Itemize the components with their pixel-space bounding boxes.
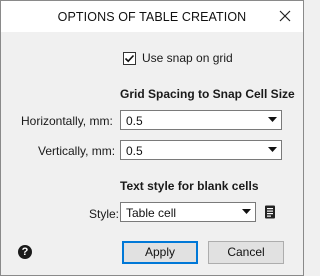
horizontal-spacing-select[interactable]: 0.5 bbox=[120, 110, 282, 130]
use-snap-row[interactable]: Use snap on grid bbox=[123, 50, 233, 66]
style-value: Table cell bbox=[126, 206, 177, 220]
chevron-down-icon bbox=[242, 209, 251, 214]
vertical-spacing-select[interactable]: 0.5 bbox=[120, 140, 282, 160]
horizontal-label: Horizontally, mm: bbox=[21, 114, 113, 128]
text-style-button[interactable] bbox=[264, 205, 276, 222]
close-icon bbox=[279, 10, 291, 22]
dialog-title: OPTIONS OF TABLE CREATION bbox=[57, 10, 247, 24]
style-select[interactable]: Table cell bbox=[120, 202, 256, 222]
grid-spacing-heading: Grid Spacing to Snap Cell Size bbox=[120, 87, 295, 101]
text-style-heading: Text style for blank cells bbox=[120, 179, 259, 193]
text-style-icon bbox=[265, 205, 275, 219]
chevron-down-icon bbox=[268, 117, 277, 122]
use-snap-checkbox[interactable] bbox=[123, 51, 136, 65]
checkmark-icon bbox=[124, 54, 135, 62]
help-icon[interactable]: ? bbox=[18, 245, 32, 259]
use-snap-label: Use snap on grid bbox=[142, 51, 233, 65]
cancel-button[interactable]: Cancel bbox=[208, 241, 284, 264]
apply-button[interactable]: Apply bbox=[122, 241, 198, 264]
vertical-label: Vertically, mm: bbox=[38, 144, 116, 158]
chevron-down-icon bbox=[268, 147, 277, 152]
title-bar: OPTIONS OF TABLE CREATION bbox=[1, 1, 303, 32]
close-button[interactable] bbox=[273, 4, 297, 28]
horizontal-spacing-value: 0.5 bbox=[126, 114, 143, 128]
style-label: Style: bbox=[89, 207, 120, 221]
options-dialog: OPTIONS OF TABLE CREATION Use snap on gr… bbox=[0, 0, 304, 276]
vertical-spacing-value: 0.5 bbox=[126, 144, 143, 158]
